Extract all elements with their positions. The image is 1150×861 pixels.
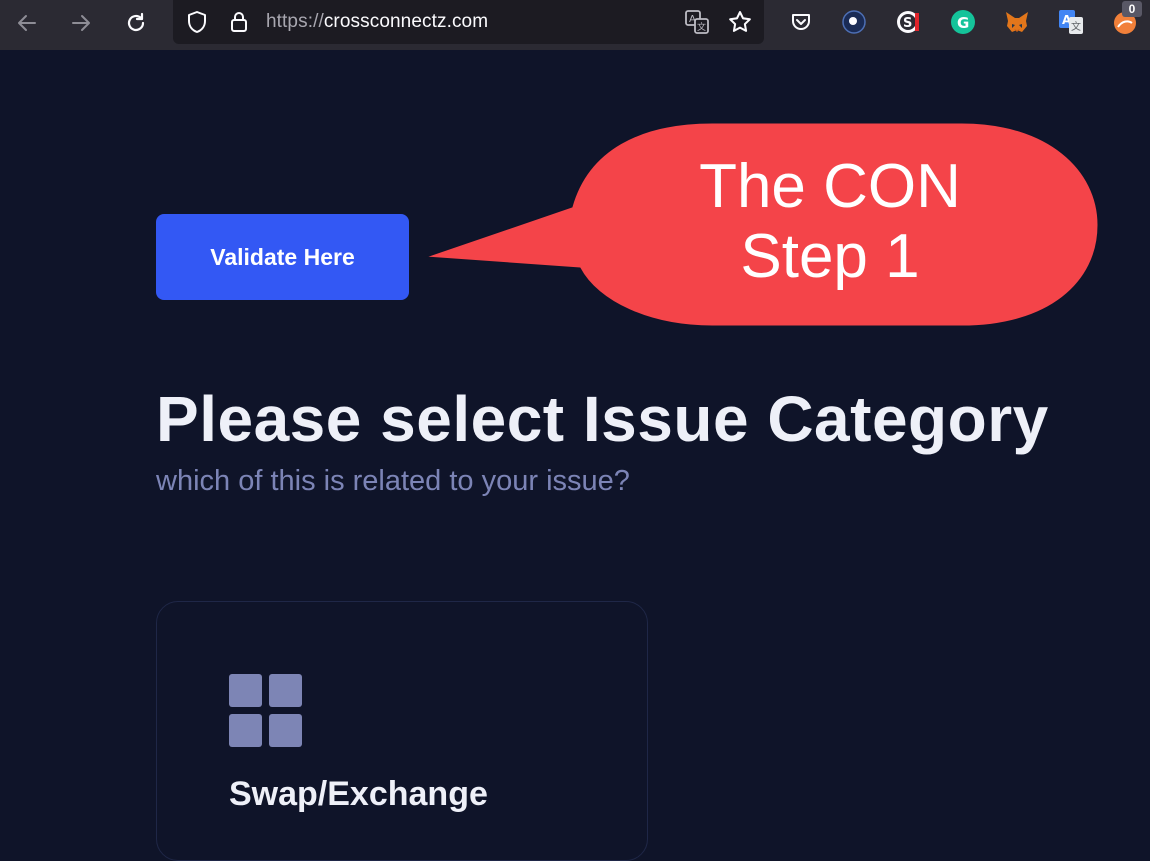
svg-text:G: G	[957, 14, 969, 32]
pocket-icon[interactable]	[787, 8, 815, 36]
metamask-fox-icon[interactable]	[1003, 8, 1031, 36]
url-text[interactable]: https://crossconnectz.com	[266, 11, 488, 33]
google-translate-icon[interactable]: A文	[1057, 8, 1085, 36]
url-host: crossconnectz.com	[323, 11, 489, 32]
back-icon[interactable]	[10, 8, 44, 38]
svg-text:S: S	[903, 16, 912, 31]
translate-icon[interactable]: A文	[683, 8, 711, 36]
forward-icon[interactable]	[64, 8, 98, 38]
card-label: Swap/Exchange	[229, 775, 488, 813]
star-icon[interactable]	[726, 8, 754, 36]
extension-icon-2[interactable]: S	[894, 8, 922, 36]
annotation-line-2: Step 1	[740, 222, 920, 291]
extension-badge: 0	[1122, 1, 1142, 17]
svg-text:文: 文	[1071, 20, 1081, 33]
annotation-line-1: The CON	[699, 152, 961, 221]
svg-text:文: 文	[697, 21, 706, 33]
extension-icon-1[interactable]	[840, 8, 868, 36]
annotation-text: The CON Step 1	[600, 152, 1060, 292]
category-card-swap-exchange[interactable]: Swap/Exchange	[156, 601, 648, 861]
page-subtitle: which of this is related to your issue?	[156, 465, 630, 497]
validate-button[interactable]: Validate Here	[156, 214, 409, 300]
browser-toolbar: https://crossconnectz.com A文 S G A文 0	[0, 0, 1150, 50]
lock-icon[interactable]	[225, 8, 253, 36]
grammarly-icon[interactable]: G	[949, 8, 977, 36]
address-bar[interactable]: https://crossconnectz.com A文	[173, 0, 764, 44]
page-title: Please select Issue Category	[156, 383, 1049, 455]
grid-icon	[229, 674, 302, 747]
url-protocol: https://	[266, 11, 324, 32]
reload-icon[interactable]	[119, 8, 153, 38]
shield-icon[interactable]	[183, 8, 211, 36]
